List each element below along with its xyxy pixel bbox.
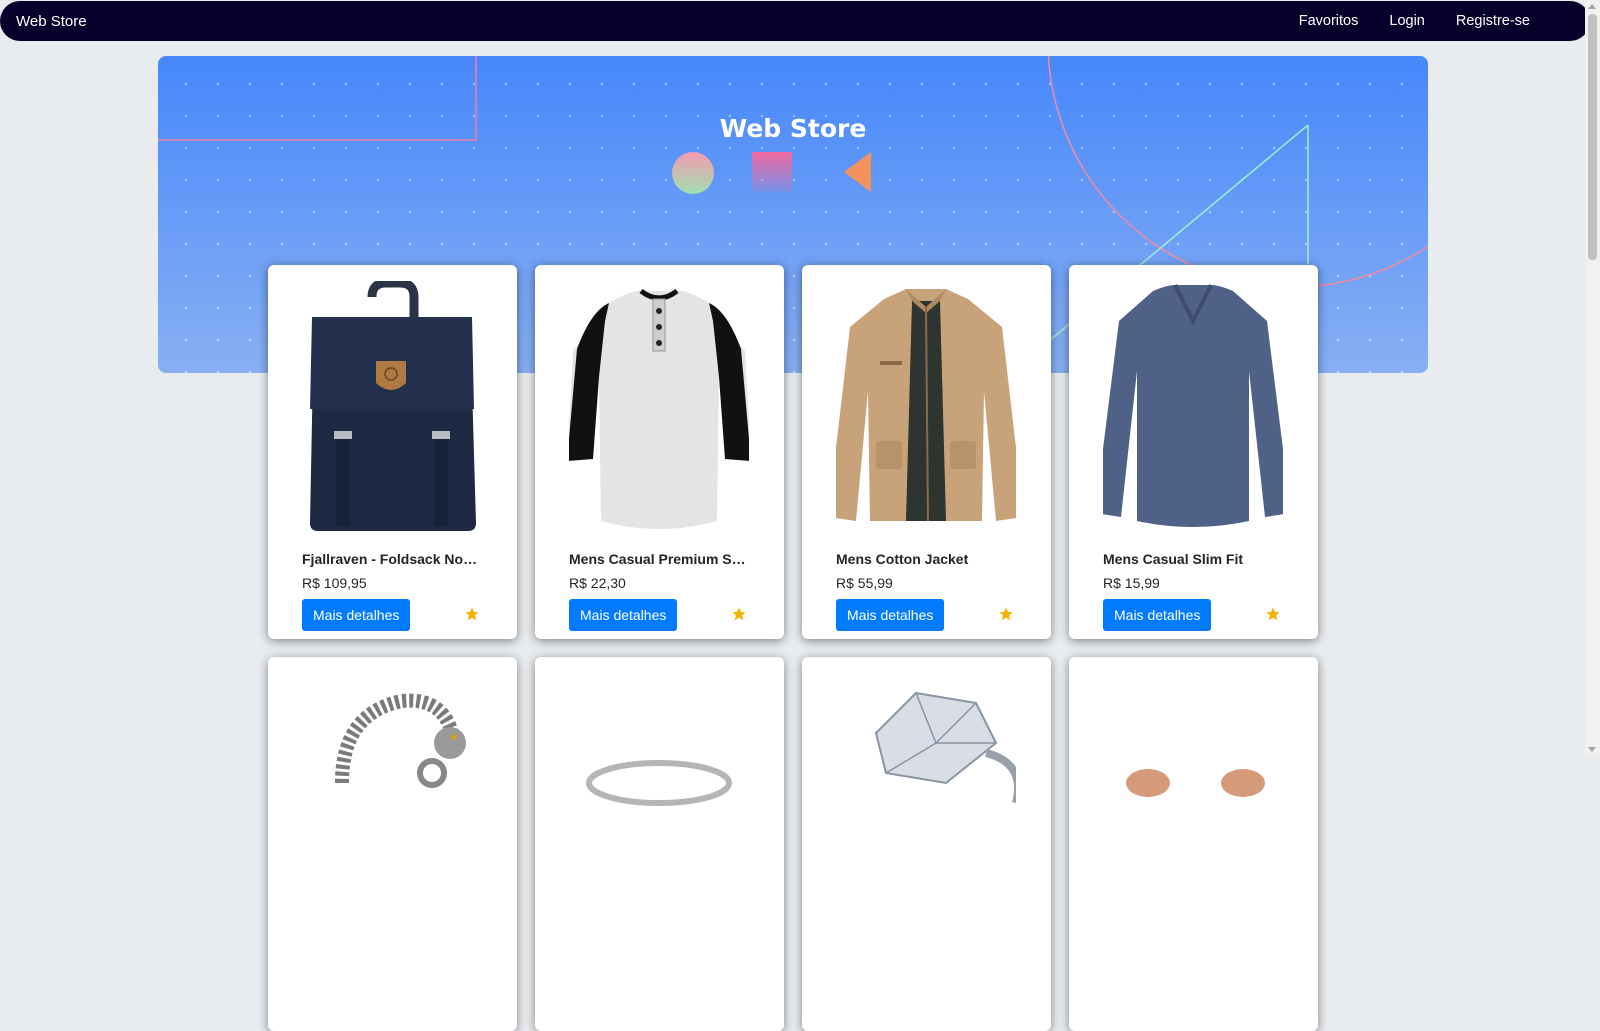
- product-price: R$ 15,99: [1103, 575, 1160, 591]
- product-card: Mens Cotton Jacket R$ 55,99 Mais detalhe…: [802, 265, 1051, 639]
- product-card: Mens Casual Premium Slim Fit T-Shirts R$…: [535, 265, 784, 639]
- product-card: [1069, 657, 1318, 1031]
- vertical-scrollbar[interactable]: [1585, 0, 1600, 756]
- details-button[interactable]: Mais detalhes: [1103, 599, 1212, 631]
- product-card: [268, 657, 517, 1031]
- navbar: Web Store Favoritos Login Registre-se: [0, 1, 1590, 41]
- brand-link[interactable]: Web Store: [16, 13, 87, 30]
- ring-image: [586, 760, 732, 806]
- star-icon[interactable]: [1265, 606, 1281, 622]
- product-title[interactable]: Mens Casual Premium Slim Fit T-Shirts: [569, 551, 747, 567]
- star-icon[interactable]: [998, 606, 1014, 622]
- tshirt-image: [569, 288, 749, 529]
- details-button[interactable]: Mais detalhes: [836, 599, 945, 631]
- bracelet-image: [335, 693, 466, 788]
- square-shape: [752, 152, 792, 192]
- product-price: R$ 109,95: [302, 575, 367, 591]
- product-price: R$ 22,30: [569, 575, 626, 591]
- product-card: [802, 657, 1051, 1031]
- product-title[interactable]: Mens Casual Slim Fit: [1103, 551, 1281, 567]
- nav-register[interactable]: Registre-se: [1456, 13, 1530, 29]
- triangle-shape: [844, 152, 871, 192]
- product-card: Mens Casual Slim Fit R$ 15,99 Mais detal…: [1069, 265, 1318, 639]
- nav-login[interactable]: Login: [1389, 13, 1424, 29]
- jacket-image: [836, 289, 1016, 522]
- details-button[interactable]: Mais detalhes: [302, 599, 411, 631]
- circle-shape: [672, 152, 714, 194]
- diamond-ring-image: [874, 691, 1016, 803]
- product-price: R$ 55,99: [836, 575, 893, 591]
- product-title[interactable]: Fjallraven - Foldsack No. 1 Backpack: [302, 551, 480, 567]
- product-card: [535, 657, 784, 1031]
- product-title[interactable]: Mens Cotton Jacket: [836, 551, 1014, 567]
- earrings-image: [1126, 769, 1265, 797]
- scroll-down-icon[interactable]: [1588, 747, 1596, 752]
- star-icon[interactable]: [464, 606, 480, 622]
- scroll-thumb[interactable]: [1588, 14, 1597, 260]
- scroll-up-icon[interactable]: [1588, 4, 1596, 9]
- hero-title: Web Store: [719, 114, 867, 143]
- product-card: Fjallraven - Foldsack No. 1 Backpack R$ …: [268, 265, 517, 639]
- backpack-image: [310, 281, 476, 531]
- star-icon[interactable]: [731, 606, 747, 622]
- nav-favoritos[interactable]: Favoritos: [1299, 13, 1359, 29]
- longsleeve-image: [1103, 284, 1283, 527]
- nav-links: Favoritos Login Registre-se: [1299, 13, 1530, 29]
- details-button[interactable]: Mais detalhes: [569, 599, 678, 631]
